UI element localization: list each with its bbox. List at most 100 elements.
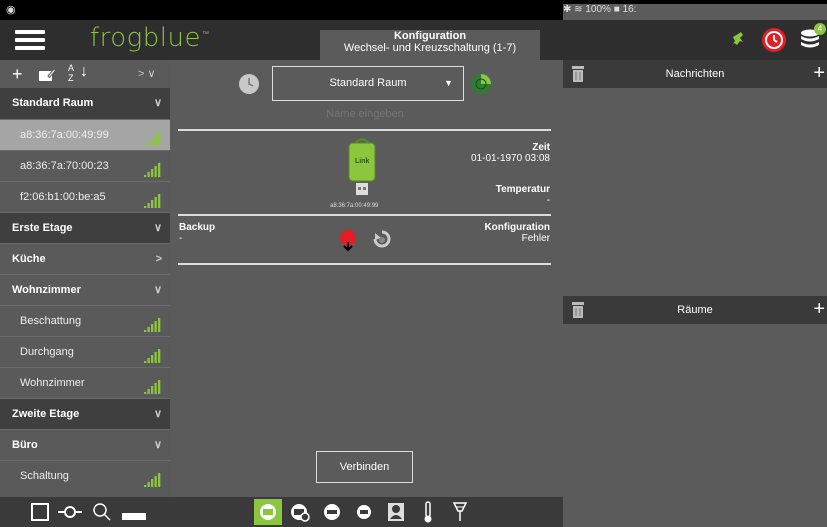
tab-lamp-icon[interactable] bbox=[446, 499, 474, 525]
sidebar-device-item[interactable]: f2:06:b1:00:be:a5 bbox=[0, 181, 170, 212]
chevron-right-icon[interactable]: > bbox=[156, 244, 162, 275]
chevron-down-icon[interactable]: ∨ bbox=[154, 213, 162, 244]
search-icon[interactable] bbox=[92, 502, 112, 527]
sidebar-item-label: Büro bbox=[12, 439, 38, 451]
header-icons: 4 bbox=[725, 23, 826, 54]
add-message-icon[interactable]: + bbox=[813, 60, 825, 86]
sidebar-room[interactable]: Küche > bbox=[0, 243, 170, 274]
zeit-value: 01-01-1970 03:08 bbox=[471, 153, 550, 164]
zeit-label: Zeit bbox=[532, 142, 550, 153]
right-panel: Nachrichten + Räume + bbox=[563, 60, 827, 527]
room-select[interactable]: Standard Raum ▼ bbox=[272, 66, 464, 101]
menu-icon[interactable] bbox=[15, 30, 45, 50]
frog-run-icon[interactable] bbox=[725, 27, 751, 53]
backup-label: Backup bbox=[179, 222, 216, 233]
sidebar-item-label: a8:36:7a:70:00:23 bbox=[20, 160, 109, 172]
signal-icon bbox=[144, 163, 161, 177]
sidebar: + AZ ↓ > ∨ Standard Raum ∨ a8:36:7a:00:49:… bbox=[0, 60, 170, 527]
temperatur-label: Temperatur bbox=[495, 184, 550, 195]
database-badge: 4 bbox=[814, 23, 826, 35]
divider bbox=[178, 129, 551, 131]
sidebar-item-label: Wohnzimmer bbox=[20, 377, 85, 389]
sidebar-item-label: Erste Etage bbox=[12, 222, 73, 234]
sidebar-room[interactable]: Büro ∨ bbox=[0, 429, 170, 460]
rooms-title: Räume bbox=[677, 304, 713, 316]
sidebar-group[interactable]: Zweite Etage ∨ bbox=[0, 398, 170, 429]
connect-button[interactable]: Verbinden bbox=[316, 451, 413, 483]
divider bbox=[178, 214, 551, 216]
square-icon[interactable] bbox=[30, 502, 50, 527]
tab-device-icon[interactable] bbox=[254, 499, 282, 525]
device-panel: Standard Raum ▼ Link a8:36:7a:00:49:99 Z… bbox=[170, 60, 563, 527]
sidebar-group[interactable]: Erste Etage ∨ bbox=[0, 212, 170, 243]
minus-icon[interactable] bbox=[122, 508, 146, 526]
signal-strength bbox=[144, 469, 162, 500]
database-icon[interactable]: 4 bbox=[797, 23, 826, 53]
chevron-down-icon[interactable]: ∨ bbox=[154, 275, 162, 306]
slider-icon[interactable] bbox=[58, 502, 82, 527]
signal-icon bbox=[144, 194, 161, 208]
sidebar-device-item[interactable]: Schaltung bbox=[0, 460, 170, 491]
sidebar-device-item[interactable]: a8:36:7a:70:00:23 bbox=[0, 150, 170, 181]
device-mac: a8:36:7a:00:49:99 bbox=[330, 203, 379, 209]
signal-icon bbox=[144, 132, 161, 146]
sidebar-item-label: Schaltung bbox=[20, 470, 69, 482]
link-device-icon: Link bbox=[347, 138, 377, 205]
edit-icon[interactable] bbox=[38, 66, 57, 87]
clock-alert-icon[interactable] bbox=[761, 27, 787, 53]
trash-icon[interactable] bbox=[571, 301, 585, 330]
messages-header: Nachrichten + bbox=[563, 60, 827, 88]
chevron-down-icon[interactable]: ∨ bbox=[154, 399, 162, 430]
temperatur-value: - bbox=[546, 195, 550, 206]
sidebar-toolbar: + AZ ↓ > ∨ bbox=[0, 60, 170, 88]
sidebar-item-label: Beschattung bbox=[20, 315, 82, 327]
rooms-header: Räume + bbox=[563, 296, 827, 324]
sidebar-device-item[interactable]: Beschattung bbox=[0, 305, 170, 336]
sort-az-icon[interactable]: AZ bbox=[68, 63, 74, 83]
error-download-icon[interactable] bbox=[338, 228, 358, 257]
name-input[interactable] bbox=[280, 104, 450, 124]
tab-device-mini-icon[interactable] bbox=[350, 499, 378, 525]
chevron-down-icon[interactable]: ∨ bbox=[154, 88, 162, 119]
sidebar-item-label: Küche bbox=[12, 253, 46, 265]
radar-icon[interactable] bbox=[470, 73, 492, 100]
sidebar-item-label: Zweite Etage bbox=[12, 408, 80, 420]
bottom-tab-bar bbox=[170, 497, 563, 527]
tab-device-settings-icon[interactable] bbox=[286, 499, 314, 525]
tab-device-alt-icon[interactable] bbox=[318, 499, 346, 525]
sidebar-item-label: Wohnzimmer bbox=[12, 284, 81, 296]
sidebar-device-item[interactable]: Durchgang bbox=[0, 336, 170, 367]
sidebar-item-label: f2:06:b1:00:be:a5 bbox=[20, 191, 106, 203]
sidebar-item-label: a8:36:7a:00:49:99 bbox=[20, 129, 109, 141]
page-subtitle: Wechsel- und Kreuzschaltung (1-7) bbox=[343, 42, 517, 54]
divider bbox=[178, 263, 551, 265]
sidebar-device-item[interactable]: a8:36:7a:00:49:99 bbox=[0, 119, 170, 150]
add-icon[interactable]: + bbox=[12, 64, 23, 85]
sidebar-list: Standard Raum ∨ a8:36:7a:00:49:99 a8:36:7a:… bbox=[0, 88, 170, 491]
tab-user-icon[interactable] bbox=[382, 499, 410, 525]
tab-thermometer-icon[interactable] bbox=[414, 499, 442, 525]
expand-collapse-icon[interactable]: > ∨ bbox=[138, 67, 156, 80]
messages-title: Nachrichten bbox=[665, 68, 725, 80]
signal-icon bbox=[144, 380, 161, 394]
sidebar-bottom-bar bbox=[0, 497, 170, 527]
sidebar-item-label: Durchgang bbox=[20, 346, 74, 358]
sidebar-item-label: Standard Raum bbox=[12, 97, 94, 109]
sort-arrow-icon: ↓ bbox=[80, 63, 88, 80]
sidebar-room[interactable]: Wohnzimmer ∨ bbox=[0, 274, 170, 305]
reset-icon[interactable] bbox=[373, 230, 391, 255]
add-room-icon[interactable]: + bbox=[813, 296, 825, 322]
sidebar-group[interactable]: Standard Raum ∨ bbox=[0, 88, 170, 119]
android-icon: ◉ bbox=[6, 4, 16, 16]
sidebar-device-item[interactable]: Wohnzimmer bbox=[0, 367, 170, 398]
backup-value: - bbox=[179, 233, 183, 244]
signal-icon bbox=[144, 349, 161, 363]
wifi-icon: ≋ bbox=[574, 4, 583, 15]
signal-icon bbox=[144, 473, 161, 487]
status-bar: ◉ ✱ ≋ 100% ■ 16: bbox=[0, 0, 827, 471]
trash-icon[interactable] bbox=[571, 65, 585, 94]
dropdown-arrow-icon: ▼ bbox=[444, 78, 453, 88]
device-link-label: Link bbox=[355, 158, 370, 165]
clock-icon[interactable] bbox=[239, 74, 259, 94]
chevron-down-icon[interactable]: ∨ bbox=[154, 430, 162, 461]
